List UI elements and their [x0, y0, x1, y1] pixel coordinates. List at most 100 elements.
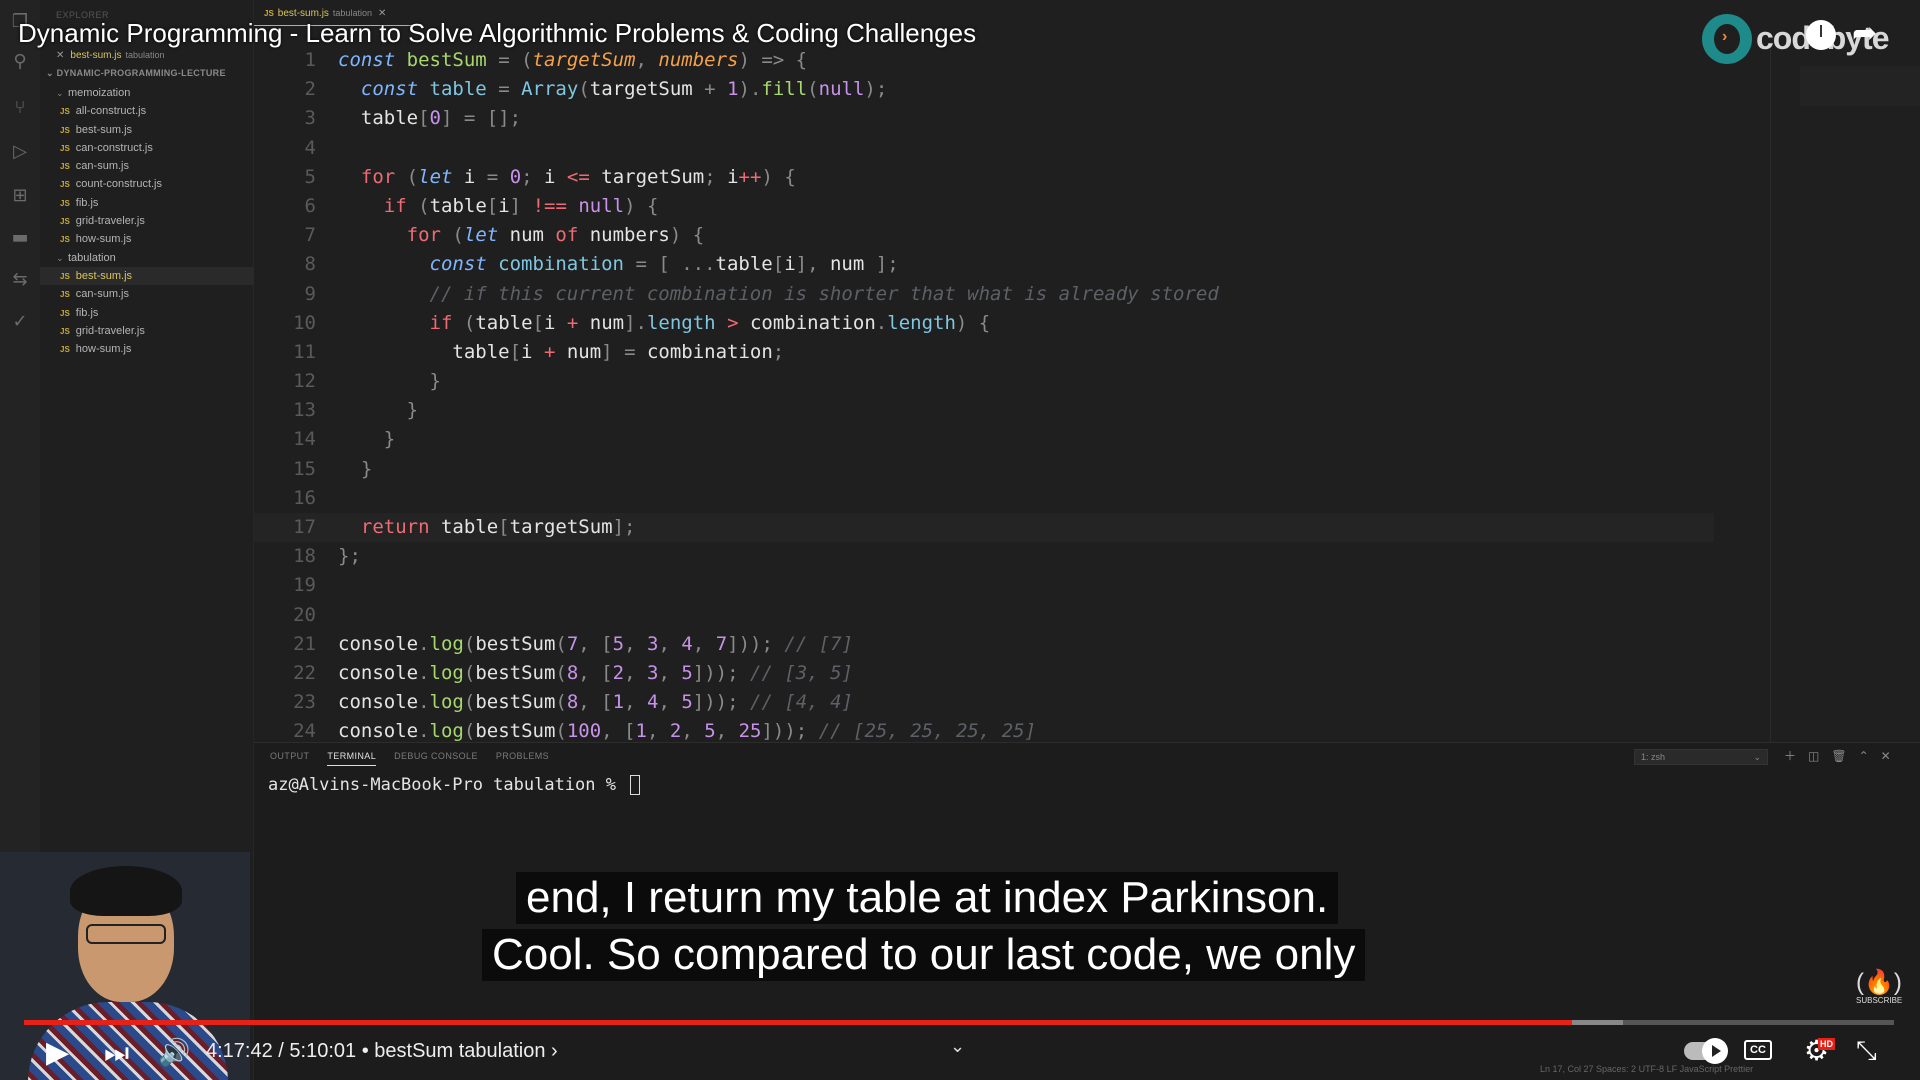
captions-icon[interactable]: CC: [1744, 1040, 1772, 1060]
tree-item-label: how-sum.js: [75, 233, 132, 246]
js-file-icon: JS: [60, 326, 70, 336]
code-line: 5 for (let i = 0; i <= targetSum; i++) {: [254, 163, 1714, 192]
line-number: 22: [293, 661, 316, 684]
tree-file[interactable]: JS how-sum.js: [40, 340, 254, 358]
line-number: 11: [293, 340, 316, 363]
split-terminal-icon[interactable]: ◫: [1808, 749, 1819, 763]
code-text: const combination = [ ...table[i], num ]…: [429, 253, 899, 276]
shell-select[interactable]: 1: zsh ⌄: [1634, 749, 1768, 765]
code-line: 7 for (let num of numbers) {: [254, 221, 1714, 250]
docker-icon[interactable]: ▬: [8, 226, 32, 250]
tree-file[interactable]: JS how-sum.js: [40, 230, 254, 248]
time-separator: /: [272, 1040, 290, 1062]
js-file-icon: JS: [60, 271, 70, 281]
code-line-current: 17 return table[targetSum];: [254, 513, 1714, 543]
add-terminal-icon[interactable]: ＋: [1784, 749, 1796, 763]
open-editor-item[interactable]: ✕ best-sum.js tabulation: [56, 50, 165, 61]
line-number: 7: [304, 224, 316, 247]
tree-file[interactable]: JS can-sum.js: [40, 285, 254, 303]
presenter-hair: [70, 866, 182, 916]
line-number: 15: [293, 457, 316, 480]
code-text: const table = Array(targetSum + 1).fill(…: [360, 78, 888, 101]
tree-file[interactable]: JS grid-traveler.js: [40, 322, 254, 340]
next-icon[interactable]: ⏭: [104, 1038, 129, 1068]
source-control-icon[interactable]: ⑂: [8, 96, 32, 120]
tree-file[interactable]: JS all-construct.js: [40, 102, 254, 120]
trash-icon[interactable]: 🗑: [1831, 749, 1846, 763]
tree-file[interactable]: JS fib.js: [40, 194, 254, 212]
tree-file[interactable]: JS count-construct.js: [40, 175, 254, 193]
line-number: 4: [304, 136, 316, 159]
run-icon[interactable]: ▷: [8, 140, 32, 164]
share-icon[interactable]: ➦: [1852, 16, 1877, 51]
code-text: if (table[i] !== null) {: [383, 194, 659, 217]
volume-icon[interactable]: 🔊: [158, 1038, 190, 1068]
panel-tab-terminal[interactable]: TERMINAL: [327, 751, 377, 766]
minimap[interactable]: [1800, 66, 1920, 106]
tree-item-label: tabulation: [68, 251, 116, 264]
tree-folder[interactable]: ⌄ tabulation: [40, 249, 254, 267]
chevron-down-icon: ⌄: [1753, 752, 1761, 762]
tree-file[interactable]: JS best-sum.js: [40, 121, 254, 139]
extensions-icon[interactable]: ⊞: [8, 184, 32, 208]
code-line: 20: [254, 601, 1714, 630]
close-panel-icon[interactable]: ✕: [1881, 749, 1891, 763]
code-line: 1 const bestSum = (targetSum, numbers) =>…: [254, 46, 1714, 75]
hd-badge: HD: [1818, 1038, 1835, 1050]
panel-tab-output[interactable]: OUTPUT: [270, 751, 309, 765]
terminal-prompt-text: az@Alvins-MacBook-Pro tabulation %: [268, 775, 627, 795]
line-number: 17: [293, 516, 316, 538]
js-file-icon: JS: [60, 308, 70, 318]
remote-icon[interactable]: ⇆: [8, 268, 32, 292]
terminal-prompt[interactable]: az@Alvins-MacBook-Pro tabulation %: [268, 775, 641, 795]
panel-tab-debug-console[interactable]: DEBUG CONSOLE: [394, 751, 478, 765]
status-bar-text: Ln 17, Col 27 Spaces: 2 UTF-8 LF JavaScr…: [1540, 1064, 1754, 1074]
open-file-dir: tabulation: [125, 50, 165, 60]
tree-item-label: can-sum.js: [75, 160, 129, 173]
chevron-down-icon: ⌄: [56, 252, 64, 263]
video-title[interactable]: Dynamic Programming - Learn to Solve Alg…: [18, 18, 976, 49]
logo-chevron-icon: ›: [1722, 28, 1728, 45]
subscribe-watermark[interactable]: (🔥) SUBSCRIBE: [1856, 970, 1903, 1006]
js-file-icon: JS: [60, 180, 70, 190]
panel-tab-problems[interactable]: PROBLEMS: [496, 751, 549, 765]
chapter-title[interactable]: • bestSum tabulation ›: [362, 1040, 558, 1062]
line-number: 13: [293, 399, 316, 422]
editor-ruler: [1770, 46, 1771, 742]
caption-line-1: end, I return my table at index Parkinso…: [516, 872, 1339, 924]
tree-item-label: fib.js: [75, 306, 99, 319]
time-total: 5:10:01: [289, 1040, 357, 1062]
channel-logo[interactable]: ›: [1702, 14, 1752, 64]
chevron-up-icon[interactable]: ⌃: [1859, 749, 1869, 763]
subscribe-label: SUBSCRIBE: [1856, 996, 1903, 1005]
check-icon[interactable]: ✓: [8, 310, 32, 334]
js-file-icon: JS: [60, 125, 70, 135]
progress-bar[interactable]: [24, 1020, 1894, 1025]
chevron-down-icon: ⌄: [46, 68, 57, 78]
search-icon[interactable]: ⚲: [8, 50, 32, 74]
code-text: }: [406, 399, 419, 422]
code-editor[interactable]: JS best-sum.js tabulation ✕ 1 const bestSum …: [254, 0, 1920, 742]
tree-file[interactable]: JS can-construct.js: [40, 139, 254, 157]
chevron-down-icon[interactable]: ⌄: [950, 1036, 965, 1057]
close-icon[interactable]: ✕: [56, 50, 64, 61]
tree-file[interactable]: JS best-sum.js: [40, 266, 254, 286]
code-text: for (let i = 0; i <= targetSum; i++) {: [360, 165, 796, 188]
tree-file[interactable]: JS fib.js: [40, 304, 254, 322]
code-text: if (table[i + num].length > combination.…: [429, 311, 991, 334]
autoplay-toggle[interactable]: [1684, 1038, 1728, 1064]
play-icon[interactable]: ▶: [46, 1038, 69, 1068]
js-file-icon: JS: [60, 235, 70, 245]
tree-item-label: memoization: [68, 87, 131, 99]
tree-file[interactable]: JS can-sum.js: [40, 157, 254, 175]
tree-folder[interactable]: ⌄ memoization: [40, 84, 254, 102]
tree-file[interactable]: JS grid-traveler.js: [40, 212, 254, 230]
project-folder-header[interactable]: ⌄ DYNAMIC-PROGRAMMING-LECTURE: [46, 68, 226, 79]
code-text: return table[targetSum];: [360, 516, 636, 538]
fullscreen-exit-icon[interactable]: ⤡: [1856, 1036, 1877, 1067]
clock-icon[interactable]: [1806, 20, 1836, 50]
code-line: 13 }: [254, 396, 1714, 425]
line-number: 3: [304, 107, 316, 130]
progress-played: [24, 1020, 1573, 1025]
code-line: 22 console.log(bestSum(8, [2, 3, 5])); //…: [254, 659, 1714, 688]
